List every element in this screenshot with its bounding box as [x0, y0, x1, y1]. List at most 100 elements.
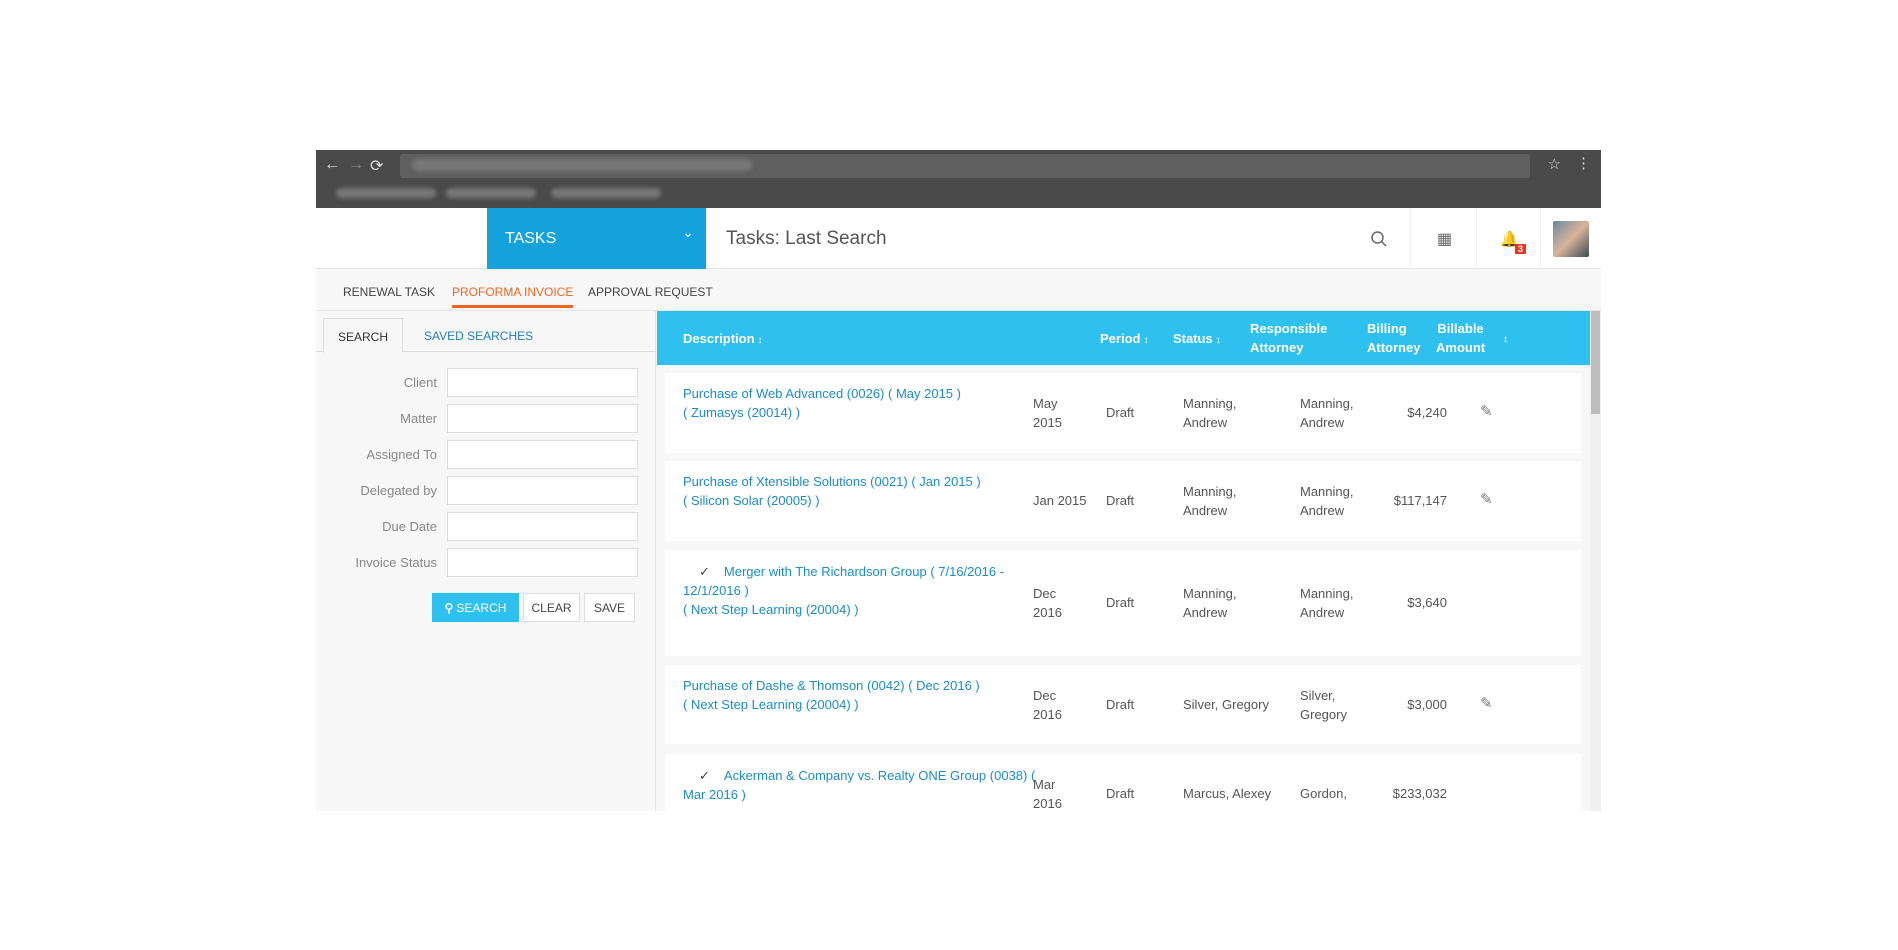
bookmark[interactable] — [336, 188, 436, 198]
check-icon: ✓ — [699, 768, 710, 783]
clear-button[interactable]: CLEAR — [523, 593, 580, 622]
sort-icon[interactable]: ↕ — [1143, 335, 1148, 346]
status-cell: Draft — [1106, 786, 1135, 801]
matter-input[interactable] — [447, 404, 638, 433]
sort-icon[interactable]: ↕ — [758, 335, 763, 346]
avatar — [1553, 220, 1589, 257]
back-icon[interactable]: ← — [324, 156, 340, 174]
table-row[interactable]: Purchase of Dashe & Thomson (0042) ( Dec… — [665, 665, 1581, 744]
tab-renewal-task[interactable]: RENEWAL TASK — [343, 285, 435, 299]
forward-icon[interactable]: → — [348, 156, 364, 174]
browser-menu-icon[interactable]: ⋮ — [1576, 154, 1591, 172]
grid-icon: ▦ — [1436, 230, 1452, 248]
edit-pencil-icon[interactable]: ✎ — [1480, 694, 1493, 713]
check-icon: ✓ — [699, 564, 710, 579]
user-menu[interactable] — [1540, 208, 1601, 269]
page-title: Tasks: Last Search — [726, 228, 887, 249]
billing-attorney-cell: Manning, Andrew — [1300, 396, 1354, 430]
app-header: TASKS ⌄ Tasks: Last Search ▦ 🔔 3 — [316, 208, 1601, 269]
column-responsible-attorney[interactable]: Responsible Attorney — [1250, 319, 1327, 357]
invoice-status-label: Invoice Status — [355, 555, 437, 570]
billable-amount-cell: $117,147 — [1393, 493, 1447, 508]
description-link[interactable]: Purchase of Dashe & Thomson (0042) ( Dec… — [683, 676, 1053, 714]
period-cell: Dec 2016 — [1033, 687, 1062, 722]
billing-attorney-cell: Gordon, — [1300, 786, 1347, 801]
browser-window: ← → ⟳ ☆ ⋮ TASKS ⌄ Tasks: Last Search ▦ 🔔… — [316, 150, 1601, 811]
responsible-attorney-cell: Marcus, Alexey — [1183, 786, 1272, 801]
tab-search[interactable]: SEARCH — [323, 318, 404, 353]
tab-saved-searches[interactable]: SAVED SEARCHES — [410, 318, 547, 353]
period-cell: Mar 2016 — [1033, 777, 1062, 811]
results-table: Description ↕ Period ↕ Status ↕ Responsible… — [657, 311, 1590, 811]
billable-amount-cell: $233,032 — [1392, 786, 1447, 801]
sort-icon[interactable]: ↕ — [1216, 335, 1221, 346]
table-row[interactable]: ✓ Merger with The Richardson Group ( 7/16… — [665, 550, 1581, 656]
description-link[interactable]: Purchase of Web Advanced (0026) ( May 20… — [683, 384, 1053, 422]
column-billing-attorney[interactable]: Billing Attorney — [1367, 319, 1420, 357]
column-billable-amount[interactable]: Billable Amount ↕ — [1436, 319, 1508, 357]
delegated-by-input[interactable] — [447, 476, 638, 505]
responsible-attorney-cell: Manning, Andrew — [1183, 484, 1237, 518]
bookmark[interactable] — [446, 188, 536, 198]
notification-badge: 3 — [1515, 244, 1527, 254]
assigned-to-row: Assigned To — [316, 440, 656, 469]
invoice-status-input[interactable] — [447, 548, 638, 577]
delegated-by-label: Delegated by — [360, 483, 437, 498]
assigned-to-label: Assigned To — [366, 447, 437, 462]
sort-icon[interactable]: ↕ — [1503, 330, 1508, 349]
table-row[interactable]: ✓ Ackerman & Company vs. Realty ONE Group… — [665, 754, 1581, 811]
billing-attorney-cell: Manning, Andrew — [1300, 586, 1354, 620]
client-row: Client — [316, 368, 656, 397]
responsible-attorney-cell: Manning, Andrew — [1183, 586, 1237, 620]
due-date-input[interactable] — [447, 512, 638, 541]
column-status[interactable]: Status ↕ — [1173, 329, 1221, 350]
description-link[interactable]: ✓ Ackerman & Company vs. Realty ONE Group… — [683, 766, 1053, 804]
status-cell: Draft — [1106, 405, 1135, 420]
billable-amount-cell: $4,240 — [1407, 405, 1447, 420]
scrollbar-thumb[interactable] — [1591, 311, 1600, 414]
status-cell: Draft — [1106, 696, 1135, 712]
column-period[interactable]: Period ↕ — [1100, 329, 1148, 350]
edit-pencil-icon[interactable]: ✎ — [1480, 402, 1493, 421]
bookmark[interactable] — [551, 188, 661, 198]
description-link[interactable]: Purchase of Xtensible Solutions (0021) (… — [683, 472, 1053, 510]
task-type-tabs: RENEWAL TASK PROFORMA INVOICE APPROVAL R… — [316, 269, 1601, 311]
description-link[interactable]: ✓ Merger with The Richardson Group ( 7/16… — [683, 562, 1053, 619]
client-label: Client — [403, 375, 437, 390]
status-cell: Draft — [1106, 493, 1135, 508]
save-button[interactable]: SAVE — [584, 593, 635, 622]
responsible-attorney-cell: Silver, Gregory — [1183, 696, 1269, 712]
table-header: Description ↕ Period ↕ Status ↕ Responsible… — [657, 311, 1590, 365]
column-description[interactable]: Description ↕ — [683, 329, 763, 350]
client-input[interactable] — [447, 368, 638, 397]
billable-amount-cell: $3,640 — [1407, 595, 1447, 610]
table-row[interactable]: Purchase of Xtensible Solutions (0021) (… — [665, 461, 1581, 541]
billing-attorney-cell: Manning, Andrew — [1300, 484, 1354, 518]
reload-icon[interactable]: ⟳ — [370, 156, 383, 176]
search-icon — [1371, 230, 1387, 247]
edit-pencil-icon[interactable]: ✎ — [1480, 490, 1493, 509]
scrollbar[interactable] — [1590, 311, 1601, 811]
delegated-by-row: Delegated by — [316, 476, 656, 505]
apps-button[interactable]: ▦ — [1410, 208, 1476, 269]
assigned-to-input[interactable] — [447, 440, 638, 469]
billable-amount-cell: $3,000 — [1407, 696, 1447, 712]
due-date-label: Due Date — [382, 519, 437, 534]
invoice-status-row: Invoice Status — [316, 548, 656, 577]
period-cell: May 2015 — [1033, 396, 1062, 430]
search-button[interactable] — [1346, 208, 1412, 269]
tab-proforma-invoice[interactable]: PROFORMA INVOICE — [452, 285, 574, 308]
period-cell: Dec 2016 — [1033, 586, 1062, 620]
matter-row: Matter — [316, 404, 656, 433]
table-row[interactable]: Purchase of Web Advanced (0026) ( May 20… — [665, 373, 1581, 453]
chevron-down-icon: ⌄ — [682, 224, 694, 240]
search-button[interactable]: ⚲ SEARCH — [432, 593, 519, 622]
notifications-button[interactable]: 🔔 3 — [1476, 208, 1542, 269]
tasks-menu-dropdown[interactable]: TASKS ⌄ — [487, 208, 706, 269]
bookmark-star-icon[interactable]: ☆ — [1548, 155, 1561, 173]
billing-attorney-cell: Silver, Gregory — [1300, 687, 1347, 722]
tab-approval-request[interactable]: APPROVAL REQUEST — [588, 285, 713, 299]
address-bar[interactable] — [400, 154, 1530, 178]
search-icon: ⚲ — [444, 600, 454, 615]
tasks-menu-label: TASKS — [505, 230, 557, 247]
